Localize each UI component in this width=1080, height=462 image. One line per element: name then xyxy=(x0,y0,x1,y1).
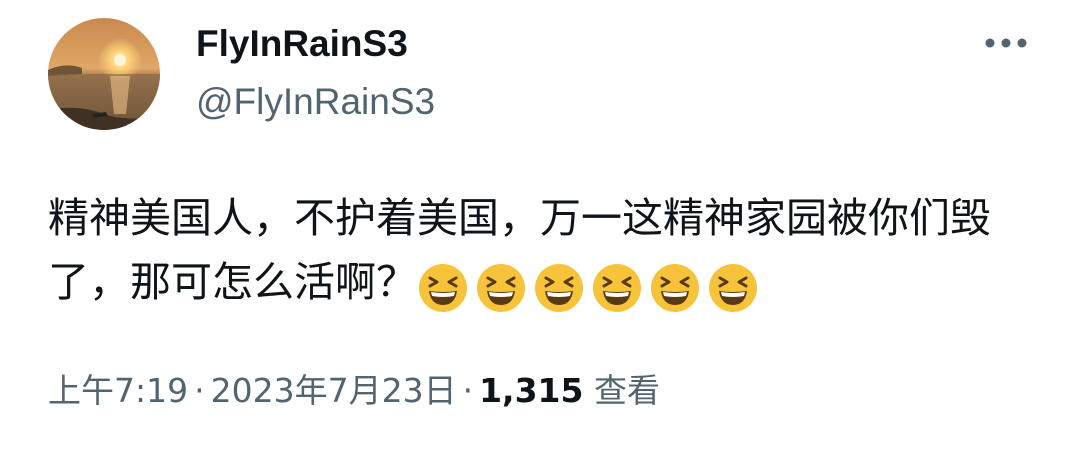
display-name[interactable]: FlyInRainS3 xyxy=(196,18,408,70)
views-label: 查看 xyxy=(593,371,660,410)
grinning-squinting-face-icon xyxy=(649,262,701,314)
tweet-body: 精神美国人，不护着美国，万一这精神家园被你们毁了，那可怎么活啊？ xyxy=(48,186,1038,317)
grinning-squinting-face-icon xyxy=(591,262,643,314)
tweet-time[interactable]: 上午7:19 xyxy=(48,371,188,410)
more-horizontal-icon[interactable] xyxy=(982,30,1030,56)
grinning-squinting-face-icon xyxy=(417,262,469,314)
views-count[interactable]: 1,315 xyxy=(479,371,583,410)
emoji-row xyxy=(417,253,765,317)
meta-separator: · xyxy=(462,371,474,410)
grinning-squinting-face-icon xyxy=(533,262,585,314)
meta-separator: · xyxy=(194,371,205,410)
avatar[interactable] xyxy=(48,18,160,130)
user-handle[interactable]: @FlyInRainS3 xyxy=(196,76,435,128)
tweet-meta: 上午7:19 · 2023年7月23日 · 1,315 查看 xyxy=(48,366,660,416)
grinning-squinting-face-icon xyxy=(475,262,527,314)
tweet-date[interactable]: 2023年7月23日 xyxy=(211,371,457,410)
grinning-squinting-face-icon xyxy=(707,262,759,314)
